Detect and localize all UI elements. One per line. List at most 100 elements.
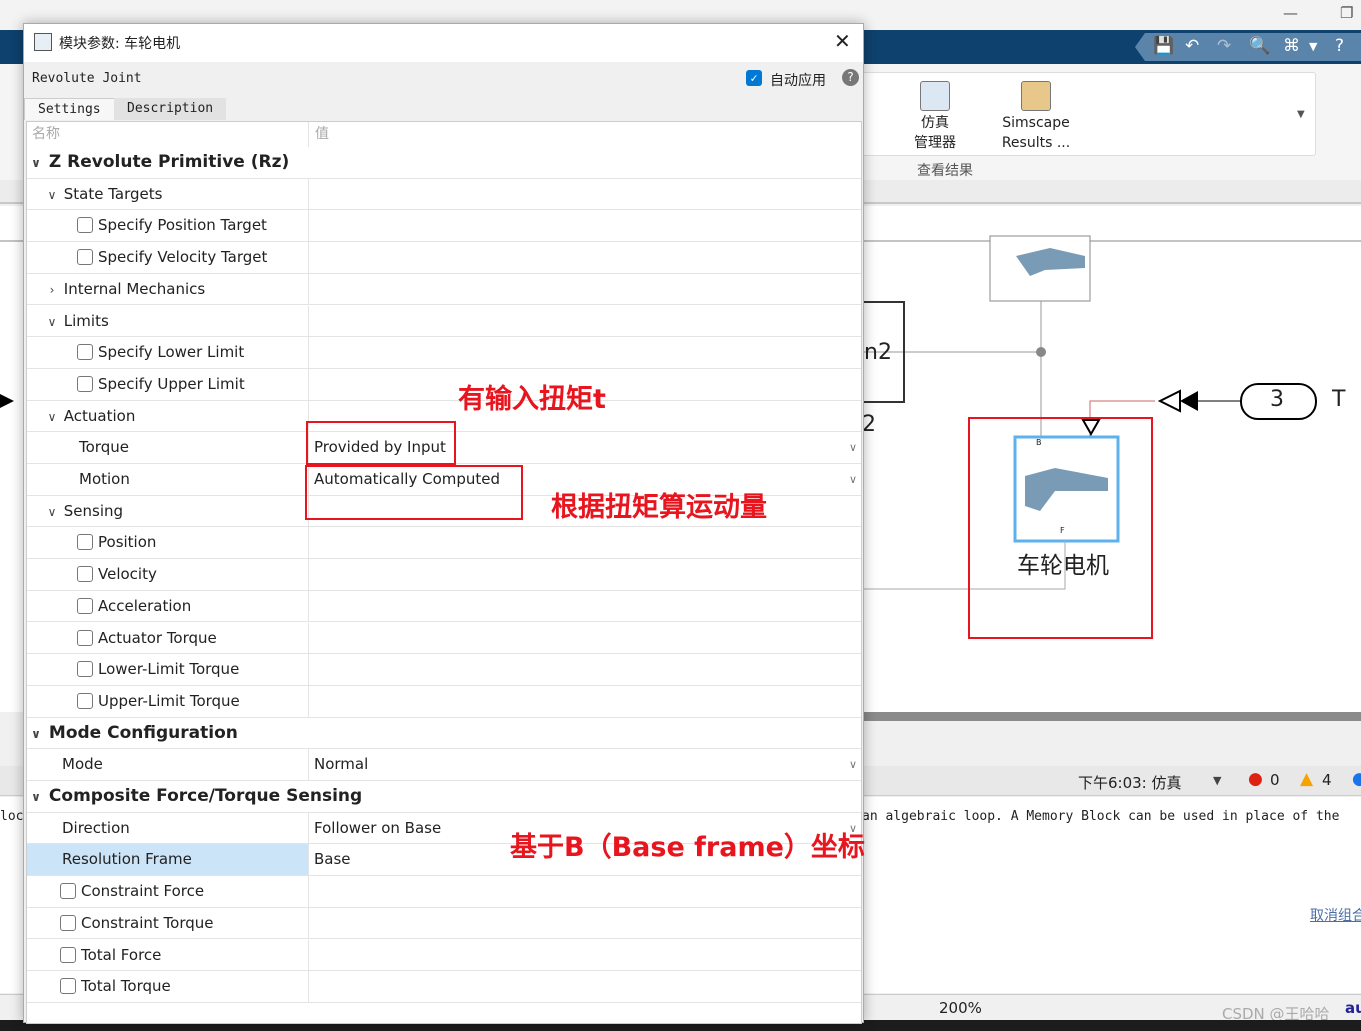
parameter-row[interactable]: Constraint Torque <box>27 907 861 940</box>
chevron-down-icon[interactable]: ∨ <box>45 402 59 433</box>
close-icon[interactable]: ✕ <box>834 29 851 53</box>
parameter-value <box>310 274 861 305</box>
parameter-table: 名称 值 ∨ Z Revolute Primitive (Rz) ∨ State … <box>26 121 862 1024</box>
parameter-row[interactable]: Mode Normal ∨ <box>27 749 861 781</box>
save-icon[interactable]: 💾 <box>1153 36 1174 56</box>
parameter-label: Constraint Force <box>81 882 205 901</box>
checkbox[interactable] <box>77 217 93 234</box>
btn-label: Results ... <box>1001 135 1071 151</box>
restore-icon[interactable]: ❐ <box>1340 4 1353 22</box>
block-icon <box>34 33 52 51</box>
simscape-results-button[interactable]: Simscape Results ... <box>991 81 1081 153</box>
chevron-down-icon[interactable]: ∨ <box>29 719 43 750</box>
parameter-row[interactable]: Specify Upper Limit <box>27 368 861 401</box>
undo-icon[interactable]: ↶ <box>1185 36 1199 56</box>
favorites-icon[interactable]: ⌘ <box>1283 36 1300 56</box>
checkbox[interactable] <box>77 534 93 551</box>
chevron-down-icon[interactable]: ∨ <box>45 307 59 338</box>
parameter-name: Mode <box>27 749 309 780</box>
inport-number: 3 <box>1270 387 1284 412</box>
simulation-manager-button[interactable]: 仿真 管理器 <box>905 81 965 153</box>
parameter-label: Constraint Torque <box>81 913 214 932</box>
parameter-label: Lower-Limit Torque <box>98 660 240 679</box>
chevron-down-icon[interactable]: ∨ <box>45 497 59 528</box>
inport-label: T <box>1332 387 1346 412</box>
parameter-label: Total Torque <box>81 977 171 996</box>
checkbox[interactable] <box>77 249 93 266</box>
parameter-row[interactable]: Specify Lower Limit <box>27 337 861 369</box>
chevron-down-icon[interactable]: ▼ <box>1213 774 1221 787</box>
parameter-row[interactable]: Lower-Limit Torque <box>27 654 861 686</box>
checkbox[interactable] <box>60 946 76 963</box>
parameter-name: Specify Velocity Target <box>27 242 309 273</box>
parameter-row[interactable]: Position <box>27 527 861 560</box>
ribbon-expand-icon[interactable]: ▼ <box>1297 109 1305 120</box>
parameter-row[interactable]: Actuator Torque <box>27 622 861 655</box>
parameter-row[interactable]: Total Torque <box>27 971 861 1003</box>
warning-icon[interactable]: ▲ <box>1300 769 1313 789</box>
checkbox[interactable] <box>60 914 76 931</box>
parameter-row[interactable]: Velocity <box>27 559 861 591</box>
status-time[interactable]: 下午6:03: 仿真 <box>1078 772 1182 793</box>
help-icon[interactable]: ? <box>1335 36 1344 56</box>
tab-description[interactable]: Description <box>114 98 227 120</box>
checkbox[interactable] <box>77 597 93 614</box>
chevron-down-icon[interactable]: ∨ <box>849 464 857 495</box>
annotation-motion: 根据扭矩算运动量 <box>551 492 767 523</box>
goto-arrow <box>1157 389 1181 413</box>
parameter-name: ∨ Composite Force/Torque Sensing <box>27 781 362 813</box>
auto-apply-checkbox[interactable]: ✓ <box>746 70 762 86</box>
chevron-down-icon[interactable]: ∨ <box>45 180 59 211</box>
chevron-down-icon[interactable]: ∨ <box>29 782 43 813</box>
parameter-name: Specify Lower Limit <box>27 337 309 368</box>
error-icon[interactable]: ● <box>1248 769 1263 789</box>
parameter-row[interactable]: › Internal Mechanics <box>27 273 861 306</box>
message-text: an algebraic loop. A Memory Block can be… <box>862 809 1340 824</box>
parameter-label: Composite Force/Torque Sensing <box>48 786 363 806</box>
checkbox[interactable] <box>77 566 93 583</box>
parameter-row[interactable]: ∨ Composite Force/Torque Sensing <box>27 781 861 813</box>
info-icon[interactable]: ● <box>1352 769 1361 789</box>
search-icon[interactable]: 🔍 <box>1249 36 1270 56</box>
checkbox[interactable] <box>77 629 93 646</box>
parameter-row[interactable]: Constraint Force <box>27 876 861 908</box>
parameter-label: Position <box>98 533 157 552</box>
parameter-name: Total Force <box>27 939 309 971</box>
parameter-row[interactable]: ∨ Z Revolute Primitive (Rz) <box>27 147 861 179</box>
minimize-icon[interactable]: — <box>1283 4 1298 22</box>
parameter-value <box>310 306 861 337</box>
chevron-down-icon[interactable]: ∨ <box>849 749 857 780</box>
checkbox[interactable] <box>77 661 93 678</box>
parameter-row[interactable]: Specify Position Target <box>27 210 861 243</box>
checkbox[interactable] <box>77 344 93 361</box>
chevron-down-icon[interactable]: ∨ <box>29 148 43 179</box>
tab-settings[interactable]: Settings <box>24 98 115 120</box>
chevron-down-icon[interactable]: ∨ <box>849 432 857 463</box>
parameter-name: › Internal Mechanics <box>27 273 309 306</box>
parameter-row[interactable]: ∨ Limits <box>27 305 861 338</box>
annotation-frame: 基于B（Base frame）坐标 <box>510 832 865 863</box>
redo-icon[interactable]: ↷ <box>1217 36 1231 56</box>
chevron-down-icon[interactable]: ▼ <box>1309 40 1317 53</box>
goto-arrow <box>1180 391 1198 411</box>
parameter-row[interactable]: Total Force <box>27 939 861 972</box>
checkbox[interactable] <box>60 883 76 900</box>
help-icon[interactable]: ? <box>842 69 859 86</box>
checkbox[interactable] <box>77 375 93 392</box>
checkbox[interactable] <box>60 978 76 995</box>
parameter-label: Internal Mechanics <box>63 279 206 298</box>
parameter-row[interactable]: Specify Velocity Target <box>27 242 861 274</box>
chevron-right-icon[interactable]: › <box>45 275 59 306</box>
parameter-label: Specify Upper Limit <box>98 374 245 393</box>
parameter-row[interactable]: ∨ Mode Configuration <box>27 718 861 750</box>
parameter-row[interactable]: ∨ State Targets <box>27 178 861 211</box>
horizontal-scrollbar[interactable] <box>864 712 1361 721</box>
ungroup-link[interactable]: 取消组合 <box>1310 905 1361 925</box>
parameter-name: ∨ State Targets <box>27 178 309 211</box>
checkbox[interactable] <box>77 692 93 709</box>
value-text: Normal <box>314 755 369 774</box>
parameter-label: Acceleration <box>98 596 192 615</box>
parameter-row[interactable]: Acceleration <box>27 590 861 623</box>
parameter-row[interactable]: Upper-Limit Torque <box>27 685 861 718</box>
parameter-dropdown[interactable]: Normal ∨ <box>310 749 861 780</box>
